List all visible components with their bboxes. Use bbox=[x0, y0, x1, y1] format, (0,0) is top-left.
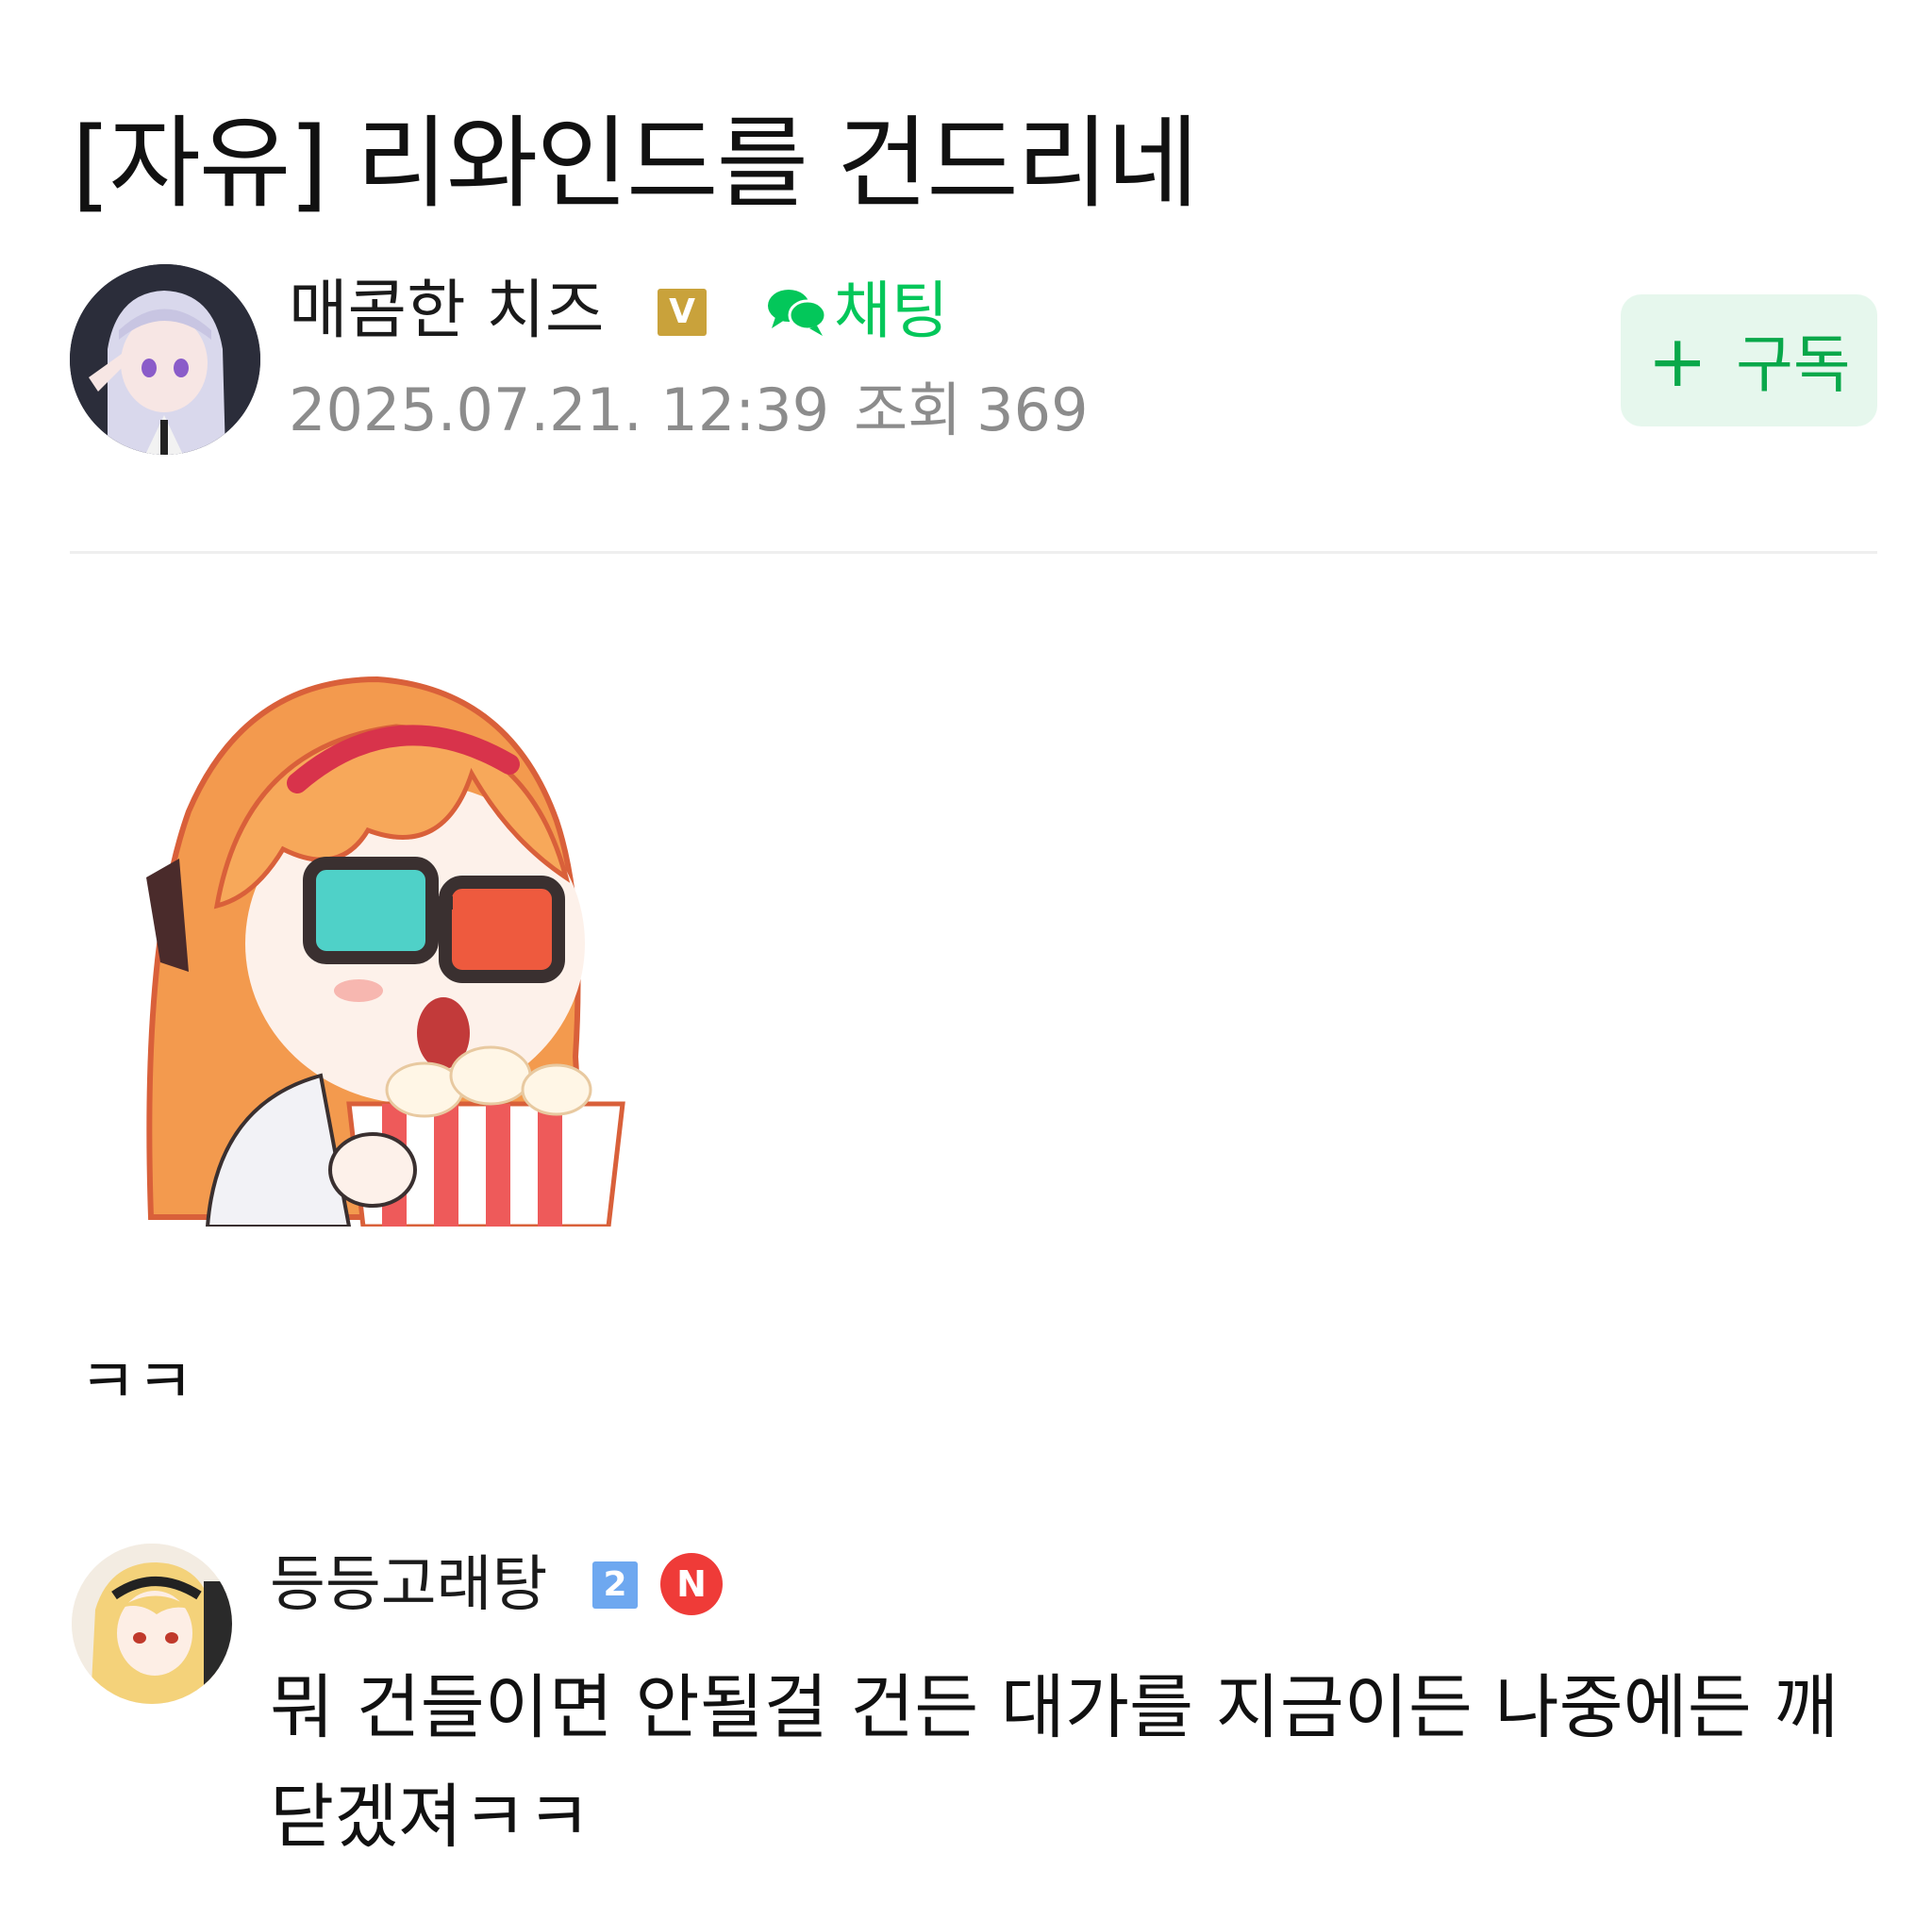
popcorn-girl-sticker bbox=[146, 676, 625, 1227]
new-badge: N bbox=[660, 1553, 723, 1615]
post-title: [자유] 리와인드를 건드리네 bbox=[72, 106, 1199, 223]
user-avatar-icon bbox=[72, 1544, 232, 1704]
comment-text: 뭐 건들이면 안될걸 건든 대가를 지금이든 나중에든 깨닫겠져ㅋㅋ bbox=[270, 1667, 1839, 1858]
views-label: 조회 bbox=[854, 376, 962, 444]
post-date: 2025.07.21. 12:39 bbox=[289, 376, 830, 444]
chat-button[interactable]: 채팅 bbox=[766, 274, 948, 349]
chat-label: 채팅 bbox=[834, 275, 949, 347]
views-count: 369 bbox=[976, 376, 1089, 444]
verified-badge: V bbox=[658, 289, 707, 336]
comment-author[interactable]: 등등고래탕 bbox=[270, 1547, 547, 1623]
author-avatar[interactable] bbox=[70, 264, 260, 455]
post-body: ㅋㅋ bbox=[79, 1345, 194, 1418]
comment-avatar[interactable] bbox=[72, 1544, 232, 1704]
chat-bubble-icon bbox=[768, 290, 827, 336]
plus-icon: + bbox=[1647, 319, 1708, 403]
subscribe-label: 구독 bbox=[1736, 328, 1851, 401]
user-avatar-icon bbox=[70, 264, 260, 455]
subscribe-button[interactable]: + 구독 bbox=[1621, 294, 1877, 426]
post-meta: 2025.07.21. 12:39 조회 369 bbox=[289, 373, 1089, 448]
author-name[interactable]: 매콤한 치즈 bbox=[289, 274, 604, 349]
divider bbox=[70, 551, 1877, 554]
level-badge: 2 bbox=[592, 1561, 638, 1609]
